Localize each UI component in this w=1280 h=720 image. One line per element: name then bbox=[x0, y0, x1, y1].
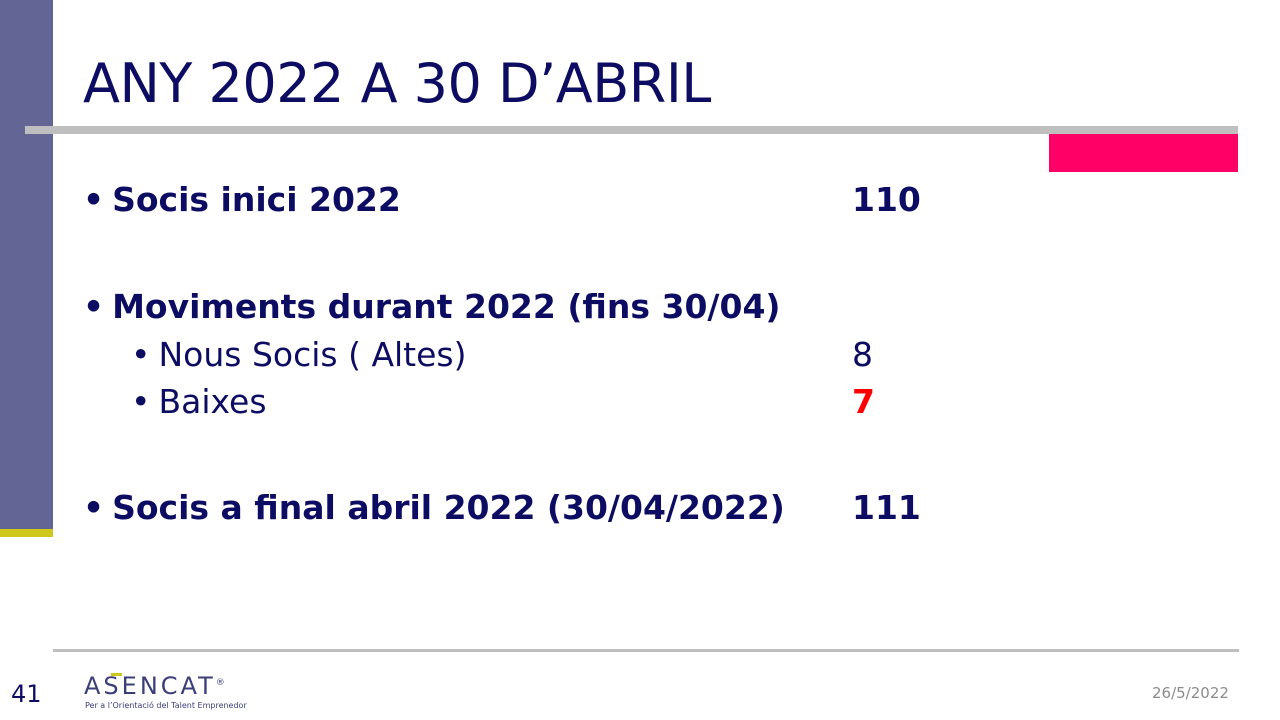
logo-wordmark: ASENCAT® bbox=[84, 672, 225, 700]
bullet: • bbox=[131, 382, 151, 421]
item-value-socis-inici: 110 bbox=[852, 180, 921, 219]
slide-number: 41 bbox=[11, 680, 42, 708]
item-value-nous-socis: 8 bbox=[852, 335, 873, 374]
item-label: Socis a final abril 2022 (30/04/2022) bbox=[112, 488, 785, 527]
slide-title: ANY 2022 A 30 D’ABRIL bbox=[83, 52, 711, 115]
item-value-baixes: 7 bbox=[852, 382, 875, 421]
item-label: Nous Socis ( Altes) bbox=[158, 335, 467, 374]
item-value-socis-final: 111 bbox=[852, 488, 921, 527]
logo-text: ASENCAT bbox=[84, 672, 216, 700]
list-item-moviments: • Moviments durant 2022 (fins 30/04) bbox=[83, 287, 781, 326]
bullet: • bbox=[131, 335, 151, 374]
item-label: Baixes bbox=[158, 382, 267, 421]
bullet: • bbox=[83, 287, 105, 326]
list-subitem-baixes: • Baixes bbox=[131, 382, 267, 421]
title-divider bbox=[25, 126, 1238, 134]
bullet: • bbox=[83, 180, 105, 219]
list-subitem-nous-socis: • Nous Socis ( Altes) bbox=[131, 335, 467, 374]
left-sidebar-bar bbox=[0, 0, 53, 529]
asencat-logo: ASENCAT® Per a l’Orientació del Talent E… bbox=[84, 672, 247, 714]
list-item-socis-inici: • Socis inici 2022 bbox=[83, 180, 401, 219]
footer-divider bbox=[53, 649, 1239, 652]
bullet: • bbox=[83, 488, 105, 527]
pink-accent-block bbox=[1049, 134, 1238, 172]
logo-registered-mark: ® bbox=[215, 678, 225, 688]
list-item-socis-final: • Socis a final abril 2022 (30/04/2022) bbox=[83, 488, 785, 527]
left-sidebar-accent bbox=[0, 529, 53, 537]
item-label: Socis inici 2022 bbox=[112, 180, 401, 219]
logo-tagline: Per a l’Orientació del Talent Emprenedor bbox=[85, 701, 247, 710]
item-label: Moviments durant 2022 (fins 30/04) bbox=[112, 287, 781, 326]
slide-date: 26/5/2022 bbox=[1152, 684, 1229, 702]
